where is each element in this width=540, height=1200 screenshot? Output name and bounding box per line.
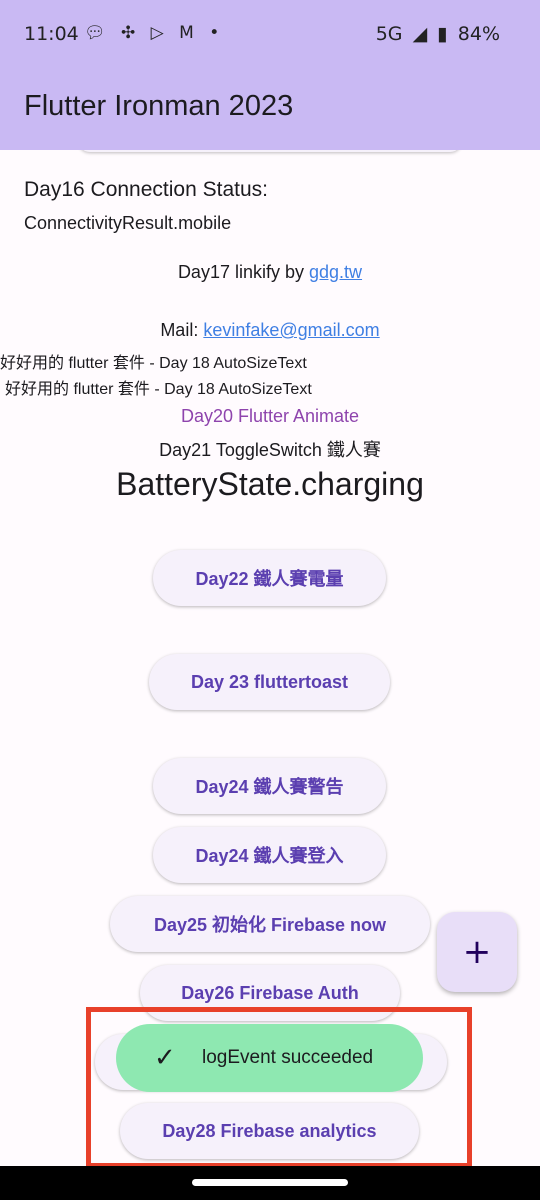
day26-firebase-auth-button[interactable]: Day26 Firebase Auth [140,965,400,1021]
connection-status-value: ConnectivityResult.mobile [24,213,232,233]
gdg-link[interactable]: gdg.tw [309,262,362,282]
toast-message: ✓ logEvent succeeded [116,1024,423,1092]
gesture-handle[interactable] [192,1179,348,1186]
check-icon: ✓ [154,1043,176,1073]
toggle-switch-text: Day21 ToggleSwitch 鐵人賽 [159,440,381,460]
scroll-content[interactable]: Day16 Connection Status: ConnectivityRes… [0,150,540,1166]
status-bar: 11:04 💬︎ ✣ ▷ M • 5G ◢ ▮ 84% [0,0,540,68]
more-dot-icon: • [209,23,220,43]
connection-status-title: Day16 Connection Status: [24,178,268,201]
battery-icon: ▮ [437,23,448,45]
status-time: 11:04 [24,23,79,45]
autosize-text-2: 好好用的 flutter 套件 - Day 18 AutoSizeText [5,381,312,398]
status-right: 5G ◢ ▮ 84% [372,23,500,45]
day22-battery-button[interactable]: Day22 鐵人賽電量 [153,550,386,606]
battery-state-text: BatteryState.charging [116,466,424,502]
linkify-prefix: Day17 linkify by [177,262,309,282]
animate-text: Day20 Flutter Animate [180,406,360,426]
toast-text: logEvent succeeded [202,1047,374,1068]
mail-link[interactable]: kevinfake@gmail.com [203,320,379,340]
linkify-text: Day17 linkify by gdg.tw [0,262,540,283]
mail-text: Mail: kevinfake@gmail.com [0,320,540,341]
partial-button-top[interactable] [78,150,462,152]
signal-icon: ◢ [412,23,428,45]
day23-fluttertoast-button[interactable]: Day 23 fluttertoast [149,654,390,710]
gmail-icon: M [179,23,194,43]
app-title: Flutter Ironman 2023 [24,90,294,122]
day28-firebase-analytics-button[interactable]: Day28 Firebase analytics [120,1103,419,1159]
autosize-text-1: 好好用的 flutter 套件 - Day 18 AutoSizeText [0,355,307,372]
system-nav-bar [0,1166,540,1200]
day24-warning-button[interactable]: Day24 鐵人賽警告 [153,758,386,814]
network-label: 5G [375,23,403,45]
mail-prefix: Mail: [160,320,204,340]
plus-icon: + [462,932,492,972]
day25-firebase-init-button[interactable]: Day25 初始化 Firebase now [110,896,430,952]
play-store-icon: ▷ [150,23,164,43]
battery-percent: 84% [457,23,500,45]
notification-icons: 💬︎ ✣ ▷ M • [84,23,229,43]
fan-icon: ✣ [121,23,136,43]
app-bar: Flutter Ironman 2023 [0,68,540,150]
add-fab-button[interactable]: + [437,912,517,992]
chat-bubble-icon: 💬︎ [84,23,106,43]
day24-login-button[interactable]: Day24 鐵人賽登入 [153,827,386,883]
